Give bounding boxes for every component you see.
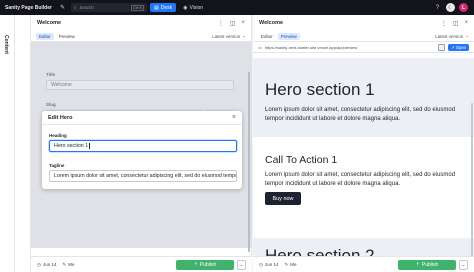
preview-urlbar: ▭ https://sanity-next-starter-site.verce… xyxy=(253,42,474,53)
tab-editor[interactable]: Editor xyxy=(36,32,54,40)
cta-text: Lorem ipsum dolor sit amet, consectetur … xyxy=(265,172,456,187)
desk-icon: ▤ xyxy=(153,4,159,11)
close-icon[interactable]: × xyxy=(232,114,236,121)
publish-label: Publish xyxy=(199,261,217,268)
search-input[interactable]: ⌕ Search Ctrl K xyxy=(70,3,147,12)
tagline-input[interactable]: Lorem ipsum dolor sit amet, consectetur … xyxy=(49,170,237,182)
close-icon[interactable]: × xyxy=(241,20,245,27)
tool-desk[interactable]: ▤ Desk xyxy=(149,3,177,12)
close-icon[interactable]: × xyxy=(464,20,468,27)
search-placeholder: Search xyxy=(79,5,94,10)
preview-url[interactable]: https://sanity-next-starter-site.vercel.… xyxy=(265,45,435,50)
tab-preview[interactable]: Preview xyxy=(277,32,300,40)
editor-tabs: Editor Preview Latest version ⌄ xyxy=(31,31,251,42)
last-edited-date: Jun 14 xyxy=(42,262,57,267)
pencil-icon: ✎ xyxy=(284,261,289,267)
editor-status-label: Me xyxy=(68,262,75,267)
scrollbar[interactable] xyxy=(471,103,473,256)
next-hero-heading: Hero section 2 xyxy=(265,246,375,256)
preview-footer: ◷ Jun 14 ✎ Me ⇡ Publish ⌄ xyxy=(253,256,474,272)
moon-icon[interactable]: ☾ xyxy=(446,3,455,12)
publish-icon: ⇡ xyxy=(193,261,198,268)
structure-rail: Content xyxy=(0,15,15,272)
tool-vision-label: Vision xyxy=(189,4,204,11)
avatar[interactable]: L xyxy=(459,3,468,12)
publish-label: Publish xyxy=(421,261,439,268)
search-icon: ⌕ xyxy=(73,5,77,10)
search-shortcut: Ctrl K xyxy=(130,4,144,11)
tab-preview[interactable]: Preview xyxy=(56,33,78,40)
dialog-title: Edit Hero xyxy=(48,114,73,121)
preview-tabs: Editor Preview Latest version ⌄ xyxy=(253,31,474,42)
last-edited: ◷ Jun 14 xyxy=(259,262,278,268)
editor-status-label: Me xyxy=(290,262,297,267)
compose-icon[interactable]: ✎ xyxy=(58,3,67,12)
open-label: Open xyxy=(455,44,466,50)
edit-hero-dialog: Edit Hero × Heading Hero section 1 Tagli… xyxy=(42,111,242,189)
topbar-right: ? ☾ L xyxy=(433,3,468,12)
version-label: Latest version xyxy=(212,33,241,39)
chevron-down-icon: ⌄ xyxy=(242,33,246,38)
eye-icon: ◉ xyxy=(183,4,188,11)
editor-footer: ◷ Jun 14 ✎ Me ⇡ Publish ⌄ xyxy=(31,256,252,272)
collapsed-pane[interactable] xyxy=(15,15,31,272)
buy-now-button[interactable]: Buy now xyxy=(265,192,301,205)
heading-label: Heading xyxy=(49,133,67,138)
publish-icon: ⇡ xyxy=(415,261,420,268)
heading-input[interactable]: Hero section 1 xyxy=(49,140,237,152)
editor-status: ✎ Me xyxy=(62,262,74,268)
last-edited-date: Jun 14 xyxy=(264,262,279,267)
menu-dots-icon[interactable]: ⋮ xyxy=(218,20,224,27)
preview-pane: Welcome ⋮ ◫ × Editor Preview Latest vers… xyxy=(253,15,474,272)
clock-icon: ◷ xyxy=(259,261,263,267)
hero-text: Lorem ipsum dolor sit amet, consectetur … xyxy=(265,107,456,122)
menu-dots-icon[interactable]: ⋮ xyxy=(441,20,447,27)
tab-editor[interactable]: Editor xyxy=(258,33,276,40)
clock-icon: ◷ xyxy=(37,261,41,267)
app-brand[interactable]: Sanity Page Builder xyxy=(5,5,52,11)
open-icon: ↗ xyxy=(451,44,455,50)
split-pane-icon[interactable]: ◫ xyxy=(453,20,459,27)
next-hero-section: Hero section 2 xyxy=(253,238,474,256)
publish-menu-button[interactable]: ⌄ xyxy=(459,259,468,270)
top-navbar: Sanity Page Builder ✎ ⌕ Search Ctrl K ▤ … xyxy=(0,0,474,15)
editor-pane-title: Welcome xyxy=(37,20,62,26)
monitor-icon[interactable]: ▭ xyxy=(258,45,262,50)
publish-button[interactable]: ⇡ Publish xyxy=(176,259,234,270)
split-pane-icon[interactable]: ◫ xyxy=(230,20,236,27)
pencil-icon: ✎ xyxy=(62,261,67,267)
publish-menu-button[interactable]: ⌄ xyxy=(237,259,246,270)
cta-heading: Call To Action 1 xyxy=(265,154,338,166)
scrollbar[interactable] xyxy=(248,72,250,252)
cta-section: Call To Action 1 Lorem ipsum dolor sit a… xyxy=(253,138,474,238)
heading-value: Hero section 1 xyxy=(54,143,89,149)
preview-pane-header: Welcome ⋮ ◫ × xyxy=(253,15,474,31)
version-select[interactable]: Latest version ⌄ xyxy=(435,33,469,39)
tool-vision[interactable]: ◉ Vision xyxy=(179,3,207,12)
chevron-down-icon: ⌄ xyxy=(465,33,469,38)
version-select[interactable]: Latest version ⌄ xyxy=(212,33,246,39)
rail-content-label[interactable]: Content xyxy=(3,35,9,54)
tagline-label: Tagline xyxy=(49,163,65,168)
help-icon[interactable]: ? xyxy=(433,3,442,12)
hero-heading: Hero section 1 xyxy=(265,80,375,99)
publish-button[interactable]: ⇡ Publish xyxy=(398,259,456,270)
hero-section: Hero section 1 Lorem ipsum dolor sit ame… xyxy=(253,58,474,137)
last-edited: ◷ Jun 14 xyxy=(37,262,56,268)
refresh-icon[interactable] xyxy=(438,43,446,51)
preview-frame: Hero section 1 Lorem ipsum dolor sit ame… xyxy=(253,58,474,256)
open-button[interactable]: ↗ Open xyxy=(448,43,469,51)
editor-status: ✎ Me xyxy=(284,262,296,268)
version-label: Latest version xyxy=(435,33,464,39)
editor-pane-header: Welcome ⋮ ◫ × xyxy=(31,15,251,31)
preview-pane-title: Welcome xyxy=(259,20,284,26)
dialog-header: Edit Hero × xyxy=(42,111,242,125)
tool-desk-label: Desk xyxy=(160,4,173,11)
text-caret xyxy=(89,143,90,149)
